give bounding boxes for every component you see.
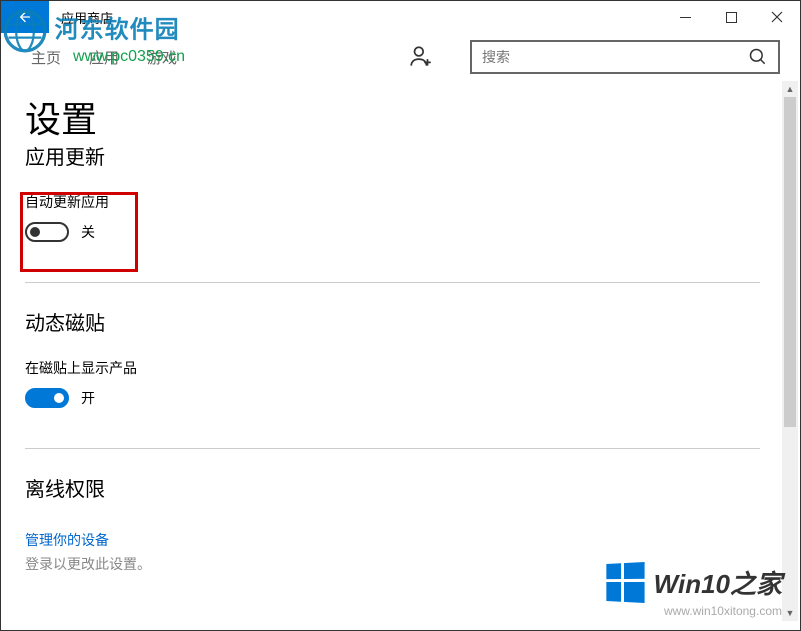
auto-update-state: 关 (81, 222, 95, 242)
page-title: 设置 (25, 91, 776, 143)
globe-icon (3, 9, 47, 53)
section-live-tiles: 动态磁贴 (25, 307, 760, 336)
windows-flag-icon (606, 562, 644, 603)
maximize-icon (726, 12, 737, 23)
show-products-label: 在磁贴上显示产品 (25, 358, 760, 378)
auto-update-toggle[interactable] (25, 222, 69, 242)
watermark-brand: Win10之家 www.win10xitong.com (605, 563, 782, 618)
search-button[interactable] (748, 47, 768, 67)
auto-update-label: 自动更新应用 (25, 192, 760, 212)
show-products-toggle[interactable] (25, 388, 69, 408)
divider (25, 282, 760, 283)
scrollbar-thumb[interactable] (784, 97, 796, 427)
show-products-state: 开 (81, 388, 95, 408)
user-account-button[interactable] (408, 44, 434, 70)
search-icon (748, 47, 768, 67)
window-controls (662, 1, 800, 33)
content-area: 设置 应用更新 自动更新应用 关 动态磁贴 在磁贴上显示产品 开 离线权限 管理… (1, 81, 800, 630)
show-products-toggle-row: 开 (25, 388, 760, 408)
auto-update-toggle-row: 关 (25, 222, 760, 242)
manage-devices-link[interactable]: 管理你的设备 (25, 530, 760, 550)
brand-url: www.win10xitong.com (664, 604, 782, 618)
watermark-url: www.pc0359.cn (73, 48, 185, 66)
minimize-button[interactable] (662, 1, 708, 33)
search-box[interactable] (470, 40, 780, 74)
divider (25, 448, 760, 449)
brand-text: Win10之家 (654, 564, 782, 601)
close-button[interactable] (754, 1, 800, 33)
watermark-logo: 河东软件园 (3, 9, 180, 53)
maximize-button[interactable] (708, 1, 754, 33)
minimize-icon (680, 17, 691, 18)
scrollbar[interactable]: ▲ ▼ (782, 81, 798, 621)
section-app-updates: 应用更新 (25, 141, 760, 170)
scroll-down-icon[interactable]: ▼ (782, 605, 798, 621)
user-icon (408, 44, 434, 70)
close-icon (771, 11, 783, 23)
section-offline: 离线权限 (25, 473, 760, 502)
search-input[interactable] (482, 49, 748, 65)
scroll-up-icon[interactable]: ▲ (782, 81, 798, 97)
